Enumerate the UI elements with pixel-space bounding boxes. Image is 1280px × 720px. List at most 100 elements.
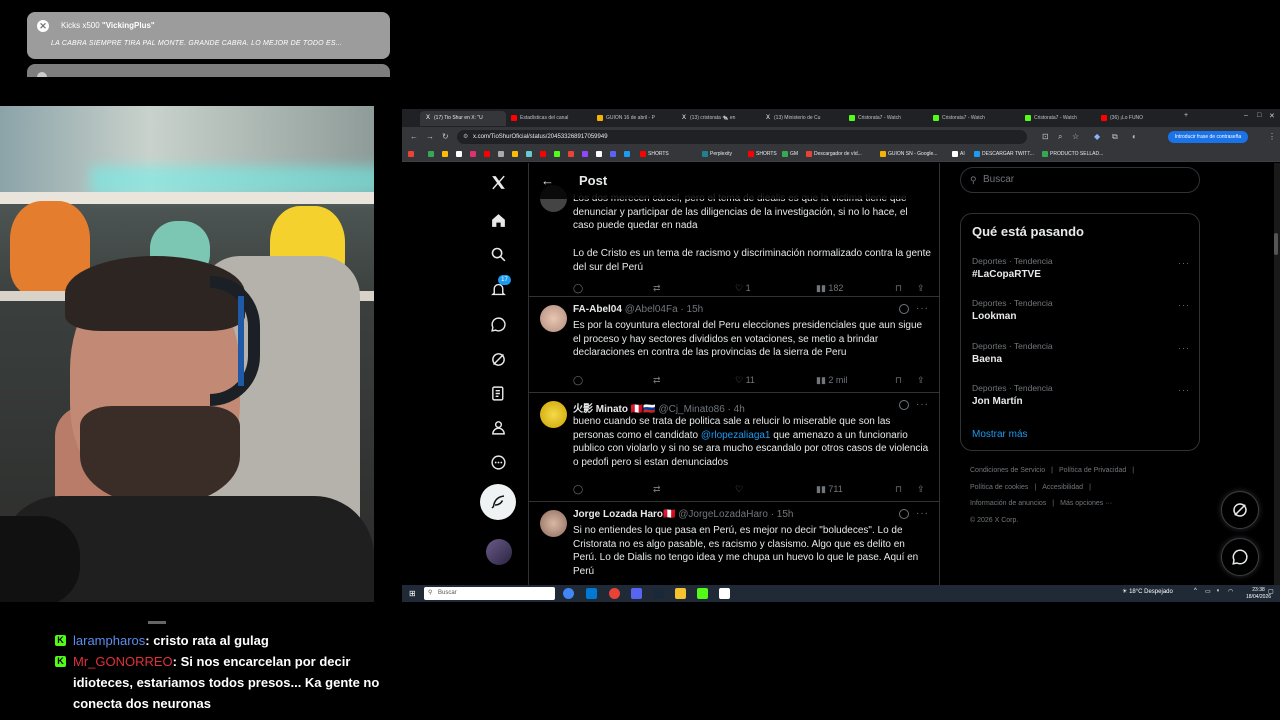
tab-kick-1[interactable]: Cristorata7 - Watch (844, 111, 928, 126)
tab-kick-2[interactable]: Cristorata7 - Watch (928, 111, 1020, 126)
wifi-icon[interactable]: ◠ (1228, 588, 1233, 595)
accessibility-link[interactable]: Accesibilidad (1042, 484, 1083, 491)
grok-icon[interactable] (899, 509, 909, 519)
maximize-icon[interactable]: □ (1257, 112, 1261, 119)
lists-icon[interactable] (480, 378, 516, 408)
messages-icon[interactable] (480, 309, 516, 339)
menu-icon[interactable]: ⋮ (1268, 132, 1276, 141)
share-icon[interactable]: ⇪ (917, 283, 925, 294)
password-prompt-button[interactable]: Introducir frase de contraseña (1168, 131, 1248, 143)
tab-youtube[interactable]: (36) ¡Lo FUNO (1096, 111, 1174, 126)
notifications-icon[interactable]: ▢ (1268, 588, 1274, 595)
tab-google-doc[interactable]: GUION 16 de abril - P (592, 111, 676, 126)
discord-icon[interactable] (631, 588, 642, 599)
trend-item[interactable]: Deportes · Tendencia Baena ··· (972, 341, 1190, 365)
tab-x-cristorata[interactable]: X (13) cristorata 🐀 en (676, 111, 760, 126)
bookmark-shorts[interactable]: SHORTS (640, 150, 669, 159)
tab-x-ministerio[interactable]: X (13) Ministerio de Cu (760, 111, 844, 126)
profile-icon[interactable] (480, 412, 516, 442)
bookmark-ai[interactable]: AI (952, 150, 965, 159)
notifications-icon[interactable]: 17 (480, 274, 516, 304)
bookmark-shorts-2[interactable]: SHORTS (748, 150, 777, 159)
messages-fab-button[interactable] (1221, 538, 1259, 576)
forward-icon[interactable]: → (426, 132, 434, 141)
grok-icon[interactable] (480, 344, 516, 374)
speaker-icon[interactable]: ◖ (1216, 588, 1220, 594)
zoom-icon[interactable]: ⌕ (1058, 132, 1062, 142)
tab-youtube-stats[interactable]: Estadísticas del canal (506, 111, 592, 126)
bookmark-item[interactable] (568, 150, 576, 159)
account-avatar[interactable] (486, 539, 512, 565)
like-button[interactable]: ♡ 1 (735, 283, 751, 294)
like-button[interactable]: ♡ (735, 484, 743, 495)
bookmark-download-twitter[interactable]: DESCARGAR TWITT... (974, 150, 1034, 159)
trend-item[interactable]: Deportes · Tendencia Lookman ··· (972, 298, 1190, 322)
file-explorer-icon[interactable] (675, 588, 686, 599)
back-arrow-icon[interactable]: ← (541, 173, 554, 188)
share-icon[interactable]: ⇪ (917, 484, 925, 495)
new-tab-icon[interactable]: + (1184, 112, 1188, 119)
like-button[interactable]: ♡ 11 (735, 375, 755, 386)
bookmark-item[interactable] (540, 150, 548, 159)
more-options-icon[interactable]: ··· (1178, 385, 1190, 395)
reply-icon[interactable]: ◯ (573, 375, 583, 386)
ads-info-link[interactable]: Información de anuncios (970, 500, 1046, 507)
bookmark-item[interactable] (526, 150, 534, 159)
reply-tweet[interactable]: Jorge Lozada Haro🇵🇪 @JorgeLozadaHaro · 1… (529, 502, 939, 585)
scrollbar[interactable] (1274, 163, 1280, 585)
bookmark-item[interactable] (512, 150, 520, 159)
bookmark-icon[interactable]: ⊓ (895, 375, 902, 386)
bookmark-item[interactable] (428, 150, 436, 159)
profile-icon[interactable]: ◐ (1132, 132, 1137, 141)
repost-icon[interactable]: ⇄ (653, 375, 661, 386)
bookmark-video-downloader[interactable]: Descargador de víd... (806, 150, 862, 159)
views-button[interactable]: ▮▮ 711 (816, 484, 843, 495)
bookmark-item[interactable] (582, 150, 590, 159)
bookmark-gm[interactable]: GM (782, 150, 798, 159)
notion-icon[interactable] (719, 588, 730, 599)
bookmark-item[interactable] (456, 150, 464, 159)
search-icon[interactable] (480, 239, 516, 269)
more-options-link[interactable]: Más opciones ··· (1060, 500, 1112, 507)
network-icon[interactable]: ▭ (1205, 588, 1211, 595)
avatar[interactable] (540, 305, 567, 332)
search-input[interactable]: ⚲ Buscar (960, 167, 1200, 193)
mention-link[interactable]: @rlopezaliaga1 (701, 430, 771, 441)
share-icon[interactable]: ⇪ (917, 375, 925, 386)
more-options-icon[interactable]: ··· (1178, 343, 1190, 353)
taskbar-search[interactable]: ⚲ Buscar (424, 587, 555, 600)
views-button[interactable]: ▮▮ 182 (816, 283, 843, 294)
grok-icon[interactable] (899, 400, 909, 410)
edge-icon[interactable] (586, 588, 597, 599)
tab-x-post[interactable]: X (17) Tio Shur en X: "U (420, 111, 506, 126)
grok-icon[interactable] (899, 304, 909, 314)
more-options-icon[interactable]: ··· (1178, 300, 1190, 310)
site-info-icon[interactable]: ⚙ (463, 130, 468, 144)
reply-icon[interactable]: ◯ (573, 283, 583, 294)
bookmark-icon[interactable]: ⊓ (895, 484, 902, 495)
minimize-icon[interactable]: – (1244, 112, 1248, 119)
reply-tweet[interactable]: 火影 Minato 🇵🇪🇷🇺 @Cj_Minato86 · 4h ··· bue… (529, 393, 939, 502)
grok-fab-button[interactable] (1221, 491, 1259, 529)
bookmark-item[interactable] (484, 150, 492, 159)
scrollbar-thumb[interactable] (1274, 233, 1278, 255)
steam-icon[interactable] (653, 588, 664, 599)
extensions-icon[interactable]: ⧉ (1112, 132, 1118, 142)
close-window-icon[interactable]: ✕ (1269, 112, 1275, 120)
back-icon[interactable]: ← (410, 132, 418, 141)
compose-post-button[interactable] (480, 484, 516, 520)
author-name[interactable]: Jorge Lozada Haro🇵🇪 (573, 509, 675, 520)
bookmark-item[interactable] (610, 150, 618, 159)
bookmark-item[interactable] (470, 150, 478, 159)
bookmark-apps[interactable] (408, 150, 414, 159)
bookmark-item[interactable] (498, 150, 506, 159)
bookmark-item[interactable] (442, 150, 450, 159)
trend-item[interactable]: Deportes · Tendencia Jon Martín ··· (972, 383, 1190, 407)
bookmark-icon[interactable]: ⊓ (895, 283, 902, 294)
privacy-link[interactable]: Política de Privacidad (1059, 467, 1126, 474)
windows-start-icon[interactable]: ⊞ (409, 589, 418, 598)
app-icon[interactable] (697, 588, 708, 599)
x-logo-icon[interactable] (480, 167, 516, 197)
reply-icon[interactable]: ◯ (573, 484, 583, 495)
bookmark-item[interactable] (554, 150, 562, 159)
